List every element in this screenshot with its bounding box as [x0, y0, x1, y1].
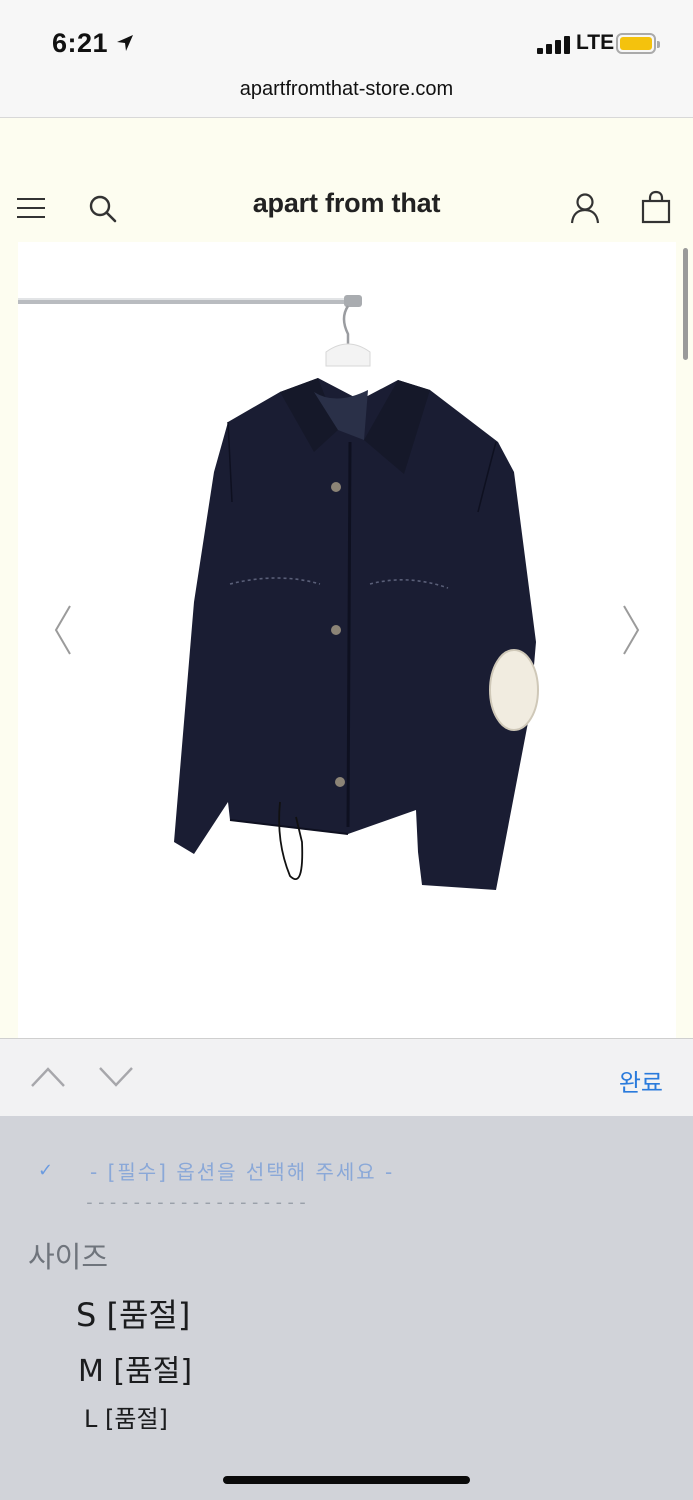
- picker-option-label: - [필수] 옵션을 선택해 주세요 -: [90, 1160, 395, 1184]
- chevron-up-icon[interactable]: [30, 1065, 66, 1089]
- picker-group-label: 사이즈: [28, 1240, 109, 1274]
- picker-toolbar: 완료: [0, 1038, 693, 1116]
- chevron-down-icon[interactable]: [98, 1065, 134, 1089]
- picker-option-l[interactable]: L [품절]: [84, 1399, 168, 1434]
- site-content: apart from that: [0, 118, 693, 1038]
- picker-option-s[interactable]: S [품절]: [76, 1290, 190, 1336]
- battery-icon: [616, 33, 660, 54]
- checkmark-icon: ✓: [38, 1160, 54, 1180]
- page-scrollbar[interactable]: [683, 248, 688, 360]
- site-header: apart from that: [0, 118, 693, 240]
- cart-icon[interactable]: [641, 190, 671, 224]
- status-bar: 6:21 LTE: [0, 0, 693, 70]
- account-icon[interactable]: [570, 192, 600, 224]
- chevron-right-icon[interactable]: [616, 602, 646, 658]
- status-time: 6:21: [52, 28, 109, 58]
- chevron-left-icon[interactable]: [48, 602, 78, 658]
- cellular-signal-icon: [537, 36, 571, 54]
- browser-url-bar[interactable]: apartfromthat-store.com: [0, 70, 693, 118]
- done-button[interactable]: 완료: [619, 1063, 663, 1098]
- location-arrow-icon: [117, 35, 133, 51]
- network-type: LTE: [576, 31, 615, 54]
- picker-divider-option[interactable]: -------------------: [84, 1192, 309, 1213]
- home-indicator[interactable]: [223, 1476, 470, 1484]
- product-photo: [18, 295, 539, 890]
- url-text[interactable]: apartfromthat-store.com: [0, 78, 693, 101]
- option-picker[interactable]: ✓ - [필수] 옵션을 선택해 주세요 - -----------------…: [0, 1116, 693, 1500]
- picker-option-m[interactable]: M [품절]: [78, 1346, 192, 1390]
- picker-option-selected[interactable]: ✓ - [필수] 옵션을 선택해 주세요 -: [38, 1156, 638, 1186]
- product-gallery[interactable]: [18, 242, 676, 1038]
